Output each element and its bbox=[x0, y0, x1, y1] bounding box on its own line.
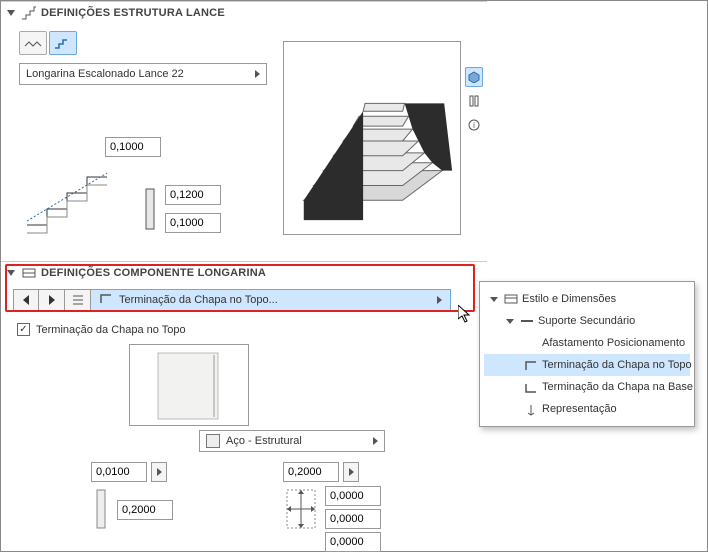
plate-top-icon bbox=[524, 360, 538, 370]
riser-height-input[interactable] bbox=[165, 185, 221, 205]
collapse-icon bbox=[7, 270, 15, 276]
structure-type-stringer-button[interactable] bbox=[49, 31, 77, 55]
dim5-input[interactable] bbox=[325, 509, 381, 529]
tree-item-suporte[interactable]: Suporte Secundário bbox=[484, 310, 690, 332]
dim3-step[interactable] bbox=[343, 462, 359, 482]
repr-icon bbox=[524, 404, 538, 414]
info-button[interactable]: i bbox=[465, 115, 483, 135]
view-section-button[interactable] bbox=[465, 91, 483, 111]
terminacao-checkbox[interactable]: ✓ bbox=[17, 323, 30, 336]
chevron-right-icon bbox=[437, 296, 442, 304]
prev-button[interactable] bbox=[13, 289, 39, 311]
next-button[interactable] bbox=[39, 289, 65, 311]
chevron-right-icon bbox=[255, 70, 260, 78]
dim1-input[interactable] bbox=[91, 462, 147, 482]
structure-type-beam-button[interactable] bbox=[19, 31, 47, 55]
section2-header[interactable]: DEFINIÇÕES COMPONENTE LONGARINA bbox=[1, 261, 487, 283]
3d-preview bbox=[283, 41, 461, 235]
dim3-input[interactable] bbox=[283, 462, 339, 482]
section2-title: DEFINIÇÕES COMPONENTE LONGARINA bbox=[41, 267, 266, 279]
caret-icon bbox=[490, 297, 498, 302]
plate-top-icon bbox=[99, 293, 113, 308]
component-tree-popup: Estilo e Dimensões Suporte Secundário Af… bbox=[479, 281, 695, 427]
material-icon bbox=[206, 434, 220, 448]
chevron-right-icon bbox=[373, 437, 378, 445]
tree-item-topo[interactable]: Terminação da Chapa no Topo bbox=[484, 354, 690, 376]
material-dropdown[interactable]: Aço - Estrutural bbox=[199, 430, 385, 452]
svg-text:i: i bbox=[473, 121, 475, 130]
stair-icon bbox=[21, 5, 37, 21]
tree-item-representacao[interactable]: Representação bbox=[484, 398, 690, 420]
component-dropdown[interactable]: Terminação da Chapa no Topo... bbox=[91, 289, 451, 311]
dim4-input[interactable] bbox=[325, 486, 381, 506]
plate-preview bbox=[129, 344, 249, 426]
component-icon bbox=[21, 265, 37, 281]
dim-diagram-1 bbox=[91, 486, 111, 532]
view-3d-button[interactable] bbox=[465, 67, 483, 87]
dropdown-label: Longarina Escalonado Lance 22 bbox=[26, 68, 184, 80]
list-button[interactable] bbox=[65, 289, 91, 311]
preview-view-toolbar: i bbox=[465, 67, 483, 135]
beam-icon bbox=[520, 316, 534, 326]
component-dropdown-label: Terminação da Chapa no Topo... bbox=[119, 294, 278, 306]
checkbox-label: Terminação da Chapa no Topo bbox=[36, 324, 186, 336]
thickness-diagram bbox=[141, 187, 159, 231]
dim-diagram-2 bbox=[283, 486, 319, 532]
tread-offset-input[interactable] bbox=[105, 137, 161, 157]
dim6-input[interactable] bbox=[325, 532, 381, 552]
section1-title: DEFINIÇÕES ESTRUTURA LANCE bbox=[41, 7, 225, 19]
tree-item-base[interactable]: Terminação da Chapa na Base bbox=[484, 376, 690, 398]
stringer-thickness-input[interactable] bbox=[165, 213, 221, 233]
section1-header[interactable]: DEFINIÇÕES ESTRUTURA LANCE bbox=[1, 1, 487, 23]
material-label: Aço - Estrutural bbox=[226, 435, 302, 447]
tree-item-estilo[interactable]: Estilo e Dimensões bbox=[484, 288, 690, 310]
dim1-step[interactable] bbox=[151, 462, 167, 482]
plate-bottom-icon bbox=[524, 382, 538, 392]
stringer-type-dropdown[interactable]: Longarina Escalonado Lance 22 bbox=[19, 63, 267, 85]
tree-item-afastamento[interactable]: Afastamento Posicionamento bbox=[484, 332, 690, 354]
caret-icon bbox=[506, 319, 514, 324]
dim2-input[interactable] bbox=[117, 500, 173, 520]
profile-diagram bbox=[21, 163, 121, 235]
panel-icon bbox=[504, 294, 518, 304]
collapse-icon bbox=[7, 10, 15, 16]
